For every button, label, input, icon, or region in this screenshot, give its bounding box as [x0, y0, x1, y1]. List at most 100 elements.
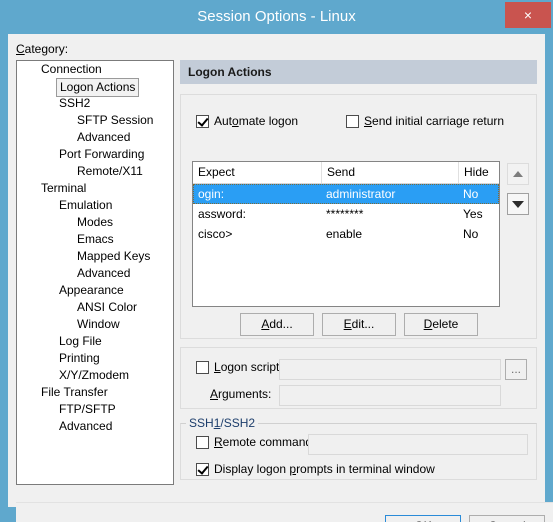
table-row[interactable]: cisco> enable No [193, 224, 499, 244]
send-carriage-return-label: Send initial carriage return [364, 114, 505, 128]
cell-expect: assword: [198, 207, 247, 221]
ok-button[interactable]: OK [385, 515, 461, 522]
cell-hide: No [463, 187, 479, 201]
sidebar-item-emulation[interactable]: Emulation [17, 197, 173, 214]
sidebar-item-label: Advanced [77, 266, 131, 280]
sidebar-item-ansi-color[interactable]: ANSI Color [17, 299, 173, 316]
sidebar-item-label: Emulation [59, 198, 113, 212]
arguments-label: Arguments: [210, 387, 272, 401]
sidebar-item-label: ANSI Color [77, 300, 138, 314]
sidebar-item-label: Connection [41, 62, 102, 76]
table-row[interactable]: ogin: administrator No [193, 184, 499, 204]
sidebar-item-sftp-session[interactable]: SFTP Session [17, 112, 173, 129]
column-header-expect[interactable]: Expect [193, 162, 321, 183]
sidebar-item-advanced[interactable]: Advanced [17, 129, 173, 146]
category-tree[interactable]: Connection Logon Actions SSH2 SFTP Session A… [16, 60, 174, 485]
remote-command-checkbox[interactable] [196, 435, 209, 449]
column-header-hide[interactable]: Hide [458, 162, 499, 183]
logon-script-checkbox[interactable] [196, 360, 209, 374]
logon-script-checkbox-row[interactable]: Logon script: [196, 360, 283, 374]
title-bar[interactable]: Session Options - Linux × [0, 0, 553, 34]
window-title: Session Options - Linux [197, 8, 356, 25]
sidebar-item-x-y-zmodem[interactable]: X/Y/Zmodem [17, 367, 173, 384]
column-header-send[interactable]: Send [321, 162, 458, 183]
sidebar-item-label: Port Forwarding [59, 147, 145, 161]
sidebar-item-label: FTP/SFTP [59, 402, 116, 416]
sidebar-item-label: SSH2 [59, 96, 91, 110]
sidebar-item-label: Advanced [59, 419, 113, 433]
sidebar-item-modes[interactable]: Modes [17, 214, 173, 231]
sidebar-item-advanced[interactable]: Advanced [17, 265, 173, 282]
display-prompts-label: Display logon prompts in terminal window [214, 462, 435, 476]
table-row[interactable]: assword: ******** Yes [193, 204, 499, 224]
sidebar-item-ftp-sftp[interactable]: FTP/SFTP [17, 401, 173, 418]
send-carriage-return-checkbox-row[interactable]: Send initial carriage return [346, 114, 504, 128]
cell-send: ******** [326, 207, 364, 221]
display-prompts-checkbox[interactable] [196, 462, 209, 476]
sidebar-item-file-transfer[interactable]: File Transfer [17, 384, 173, 401]
sidebar-item-window[interactable]: Window [17, 316, 173, 333]
sidebar-item-printing[interactable]: Printing [17, 350, 173, 367]
triangle-down-icon [512, 201, 524, 208]
panel-header: Logon Actions [180, 60, 537, 84]
sidebar-item-appearance[interactable]: Appearance [17, 282, 173, 299]
remote-command-input[interactable] [308, 434, 528, 455]
dialog-client-area: Category: Connection Logon Actions SSH2 SFT… [8, 34, 553, 522]
ssh-group-legend: SSH1/SSH2 [186, 416, 259, 430]
sidebar-item-label: Appearance [59, 283, 124, 297]
sidebar-item-label: Log File [59, 334, 102, 348]
automate-logon-checkbox-row[interactable]: Automate logon [196, 114, 298, 128]
sidebar-item-log-file[interactable]: Log File [17, 333, 173, 350]
browse-button[interactable]: ... [505, 359, 527, 380]
cell-hide: Yes [463, 207, 483, 221]
automate-logon-checkbox[interactable] [196, 114, 209, 128]
sidebar-item-label: X/Y/Zmodem [59, 368, 130, 382]
panel-header-title: Logon Actions [188, 65, 272, 79]
cell-send: enable [326, 227, 363, 241]
sidebar-item-advanced[interactable]: Advanced [17, 418, 173, 435]
list-body: ogin: administrator No assword: ******** Yes c… [193, 184, 499, 244]
sidebar-item-label: Modes [77, 215, 114, 229]
triangle-up-icon [513, 171, 523, 177]
send-carriage-return-checkbox[interactable] [346, 114, 359, 128]
close-icon[interactable]: × [505, 2, 551, 28]
cancel-button[interactable]: Cancel [469, 515, 545, 522]
sidebar-item-label: Mapped Keys [77, 249, 151, 263]
remote-command-checkbox-row[interactable]: Remote command: [196, 435, 315, 449]
sidebar-item-label: Advanced [77, 130, 131, 144]
cell-send: administrator [326, 187, 396, 201]
edit-button[interactable]: Edit... [322, 313, 396, 336]
category-label: Category: [16, 42, 69, 56]
cell-expect: cisco> [198, 227, 233, 241]
sidebar-item-ssh2[interactable]: SSH2 [17, 95, 173, 112]
sidebar-item-label: Terminal [41, 181, 87, 195]
cell-hide: No [463, 227, 479, 241]
move-up-button[interactable] [507, 163, 529, 185]
delete-button[interactable]: Delete [404, 313, 478, 336]
logon-script-label: Logon script: [214, 360, 283, 374]
logon-script-input[interactable] [279, 359, 501, 380]
remote-command-label: Remote command: [214, 435, 316, 449]
sidebar-item-label: File Transfer [41, 385, 108, 399]
add-button[interactable]: Add... [240, 313, 314, 336]
sidebar-item-logon-actions[interactable]: Logon Actions [17, 78, 173, 97]
sidebar-item-mapped-keys[interactable]: Mapped Keys [17, 248, 173, 265]
sidebar-item-label: Printing [59, 351, 100, 365]
automate-logon-label: Automate logon [214, 114, 299, 128]
sidebar-item-connection[interactable]: Connection [17, 61, 173, 78]
move-down-button[interactable] [507, 193, 529, 215]
session-options-dialog: Session Options - Linux × Category: Conn… [0, 0, 553, 522]
sidebar-item-port-forwarding[interactable]: Port Forwarding [17, 146, 173, 163]
sidebar-item-remote-x11[interactable]: Remote/X11 [17, 163, 173, 180]
list-header: Expect Send Hide [193, 162, 499, 184]
sidebar-item-label: SFTP Session [77, 113, 154, 127]
logon-actions-list[interactable]: Expect Send Hide ogin: administrator No ass… [192, 161, 500, 307]
sidebar-item-label: Window [77, 317, 120, 331]
sidebar-item-emacs[interactable]: Emacs [17, 231, 173, 248]
sidebar-item-label: Remote/X11 [77, 164, 143, 178]
sidebar-item-terminal[interactable]: Terminal [17, 180, 173, 197]
arguments-input[interactable] [279, 385, 501, 406]
cell-expect: ogin: [198, 187, 225, 201]
display-prompts-checkbox-row[interactable]: Display logon prompts in terminal window [196, 462, 435, 476]
sidebar-item-label: Emacs [77, 232, 114, 246]
